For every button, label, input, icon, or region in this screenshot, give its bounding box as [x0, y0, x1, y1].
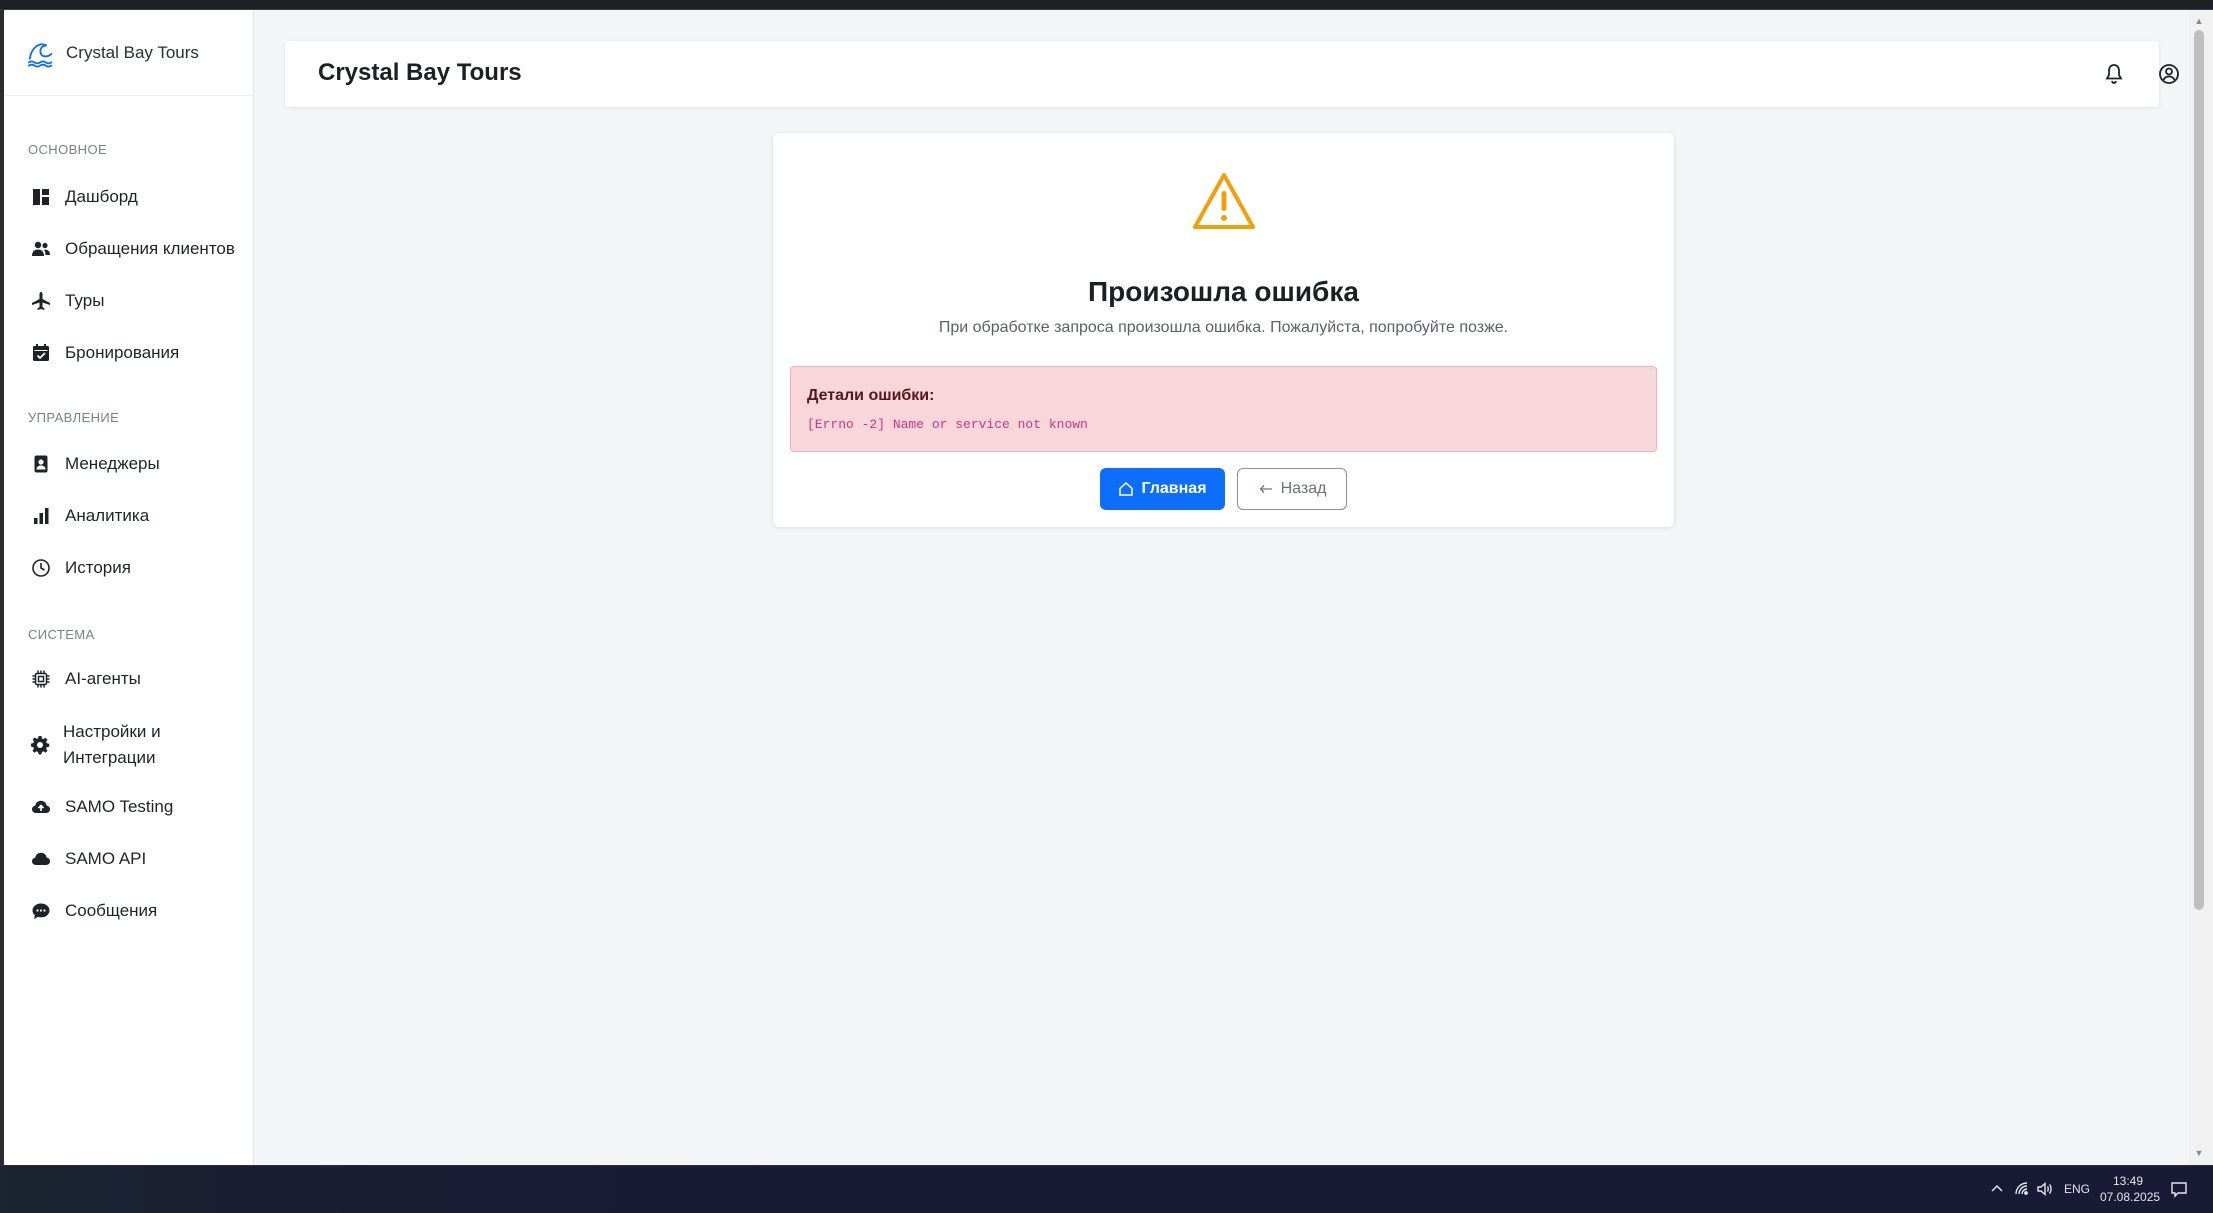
- sidebar-item-label: Аналитика: [65, 506, 150, 525]
- wave-logo-icon: [27, 42, 53, 68]
- language-indicator[interactable]: ENG: [2064, 1182, 2090, 1196]
- error-details-code: [Errno -2] Name or service not known: [807, 417, 1088, 432]
- sidebar-item-dashboard[interactable]: Дашборд: [30, 186, 250, 208]
- sidebar-item-label: Обращения клиентов: [65, 239, 235, 258]
- sidebar-item-label: SAMO Testing: [65, 797, 174, 816]
- sidebar-item-label: AI-агенты: [65, 669, 141, 688]
- sidebar-item-label: Дашборд: [65, 187, 138, 206]
- user-circle-icon[interactable]: [2157, 62, 2181, 86]
- bell-icon[interactable]: [2102, 62, 2126, 86]
- error-card: Произошла ошибка При обработке запроса п…: [773, 133, 1674, 527]
- badge-icon: [30, 453, 52, 475]
- page-scrollbar[interactable]: ▲ ▼: [2189, 10, 2213, 1165]
- sidebar-item-settings[interactable]: Настройки и Интеграции: [30, 719, 180, 771]
- sidebar-item-analytics[interactable]: Аналитика: [30, 505, 250, 527]
- notification-center-icon[interactable]: [2170, 1180, 2190, 1200]
- home-button[interactable]: Главная: [1100, 468, 1225, 510]
- error-details-title: Детали ошибки:: [807, 387, 935, 404]
- section-title-system: СИСТЕМА: [28, 627, 95, 642]
- bar-chart-icon: [30, 505, 52, 527]
- scroll-down-icon[interactable]: ▼: [2194, 1148, 2204, 1158]
- scrollbar-thumb[interactable]: [2194, 30, 2204, 910]
- sidebar-item-tours[interactable]: Туры: [30, 290, 250, 312]
- sidebar-item-label: История: [65, 558, 131, 577]
- back-button[interactable]: Назад: [1237, 468, 1347, 510]
- sidebar-item-ai-agents[interactable]: AI-агенты: [30, 668, 250, 690]
- warning-triangle-icon: [1193, 173, 1255, 229]
- back-button-label: Назад: [1280, 480, 1327, 497]
- calendar-check-icon: [30, 342, 52, 364]
- sidebar-item-client-requests[interactable]: Обращения клиентов: [30, 238, 250, 260]
- gear-icon: [30, 734, 50, 756]
- section-title-main: ОСНОВНОЕ: [28, 142, 108, 157]
- sidebar-item-history[interactable]: История: [30, 557, 250, 579]
- sidebar-item-samo-api[interactable]: SAMO API: [30, 848, 250, 870]
- sidebar-item-label: Туры: [65, 291, 105, 310]
- clock-icon: [30, 557, 52, 579]
- sidebar: Crystal Bay Tours ОСНОВНОЕ Дашборд Обращ…: [4, 10, 254, 1165]
- sidebar-item-messages[interactable]: Сообщения: [30, 900, 250, 922]
- browser-viewport: Crystal Bay Tours ОСНОВНОЕ Дашборд Обращ…: [4, 10, 2193, 1165]
- home-icon: [1119, 481, 1134, 496]
- home-button-label: Главная: [1141, 480, 1207, 497]
- sidebar-brand[interactable]: Crystal Bay Tours: [4, 10, 254, 96]
- sidebar-item-label: Настройки и Интеграции: [63, 722, 161, 767]
- error-subtitle: При обработке запроса произошла ошибка. …: [938, 319, 1509, 336]
- os-taskbar: ENG 13:49 07.08.2025: [0, 1166, 2213, 1213]
- cloud-upload-icon: [30, 796, 52, 818]
- page-title: Crystal Bay Tours: [318, 59, 522, 86]
- wifi-icon[interactable]: [2013, 1180, 2033, 1200]
- section-title-management: УПРАВЛЕНИЕ: [28, 410, 120, 425]
- clock-date: 07.08.2025: [2100, 1190, 2161, 1204]
- cpu-icon: [30, 668, 52, 690]
- sidebar-item-bookings[interactable]: Бронирования: [30, 342, 250, 364]
- brand-name: Crystal Bay Tours: [66, 42, 199, 62]
- volume-icon[interactable]: [2036, 1180, 2056, 1200]
- chat-icon: [30, 900, 52, 922]
- sidebar-item-label: Менеджеры: [65, 454, 160, 473]
- sidebar-item-label: Бронирования: [65, 343, 180, 362]
- sidebar-item-label: SAMO API: [65, 849, 147, 868]
- error-title: Произошла ошибка: [1088, 276, 1359, 307]
- cloud-icon: [30, 848, 52, 870]
- clock-time: 13:49: [2112, 1174, 2144, 1188]
- tray-chevron-up-icon[interactable]: [1988, 1180, 2008, 1200]
- sidebar-item-label: Сообщения: [65, 901, 158, 920]
- taskbar-clock[interactable]: 13:49 07.08.2025: [2100, 1173, 2161, 1205]
- people-icon: [30, 238, 52, 260]
- error-details-alert: Детали ошибки: [Errno -2] Name or servic…: [790, 366, 1657, 452]
- window-top-strip: [0, 0, 2213, 10]
- dashboard-icon: [30, 186, 52, 208]
- airplane-icon: [30, 290, 52, 312]
- sidebar-item-samo-testing[interactable]: SAMO Testing: [30, 796, 250, 818]
- scroll-up-icon[interactable]: ▲: [2194, 16, 2204, 26]
- sidebar-item-managers[interactable]: Менеджеры: [30, 453, 250, 475]
- arrow-left-icon: [1259, 485, 1272, 493]
- top-header: Crystal Bay Tours: [285, 41, 2179, 107]
